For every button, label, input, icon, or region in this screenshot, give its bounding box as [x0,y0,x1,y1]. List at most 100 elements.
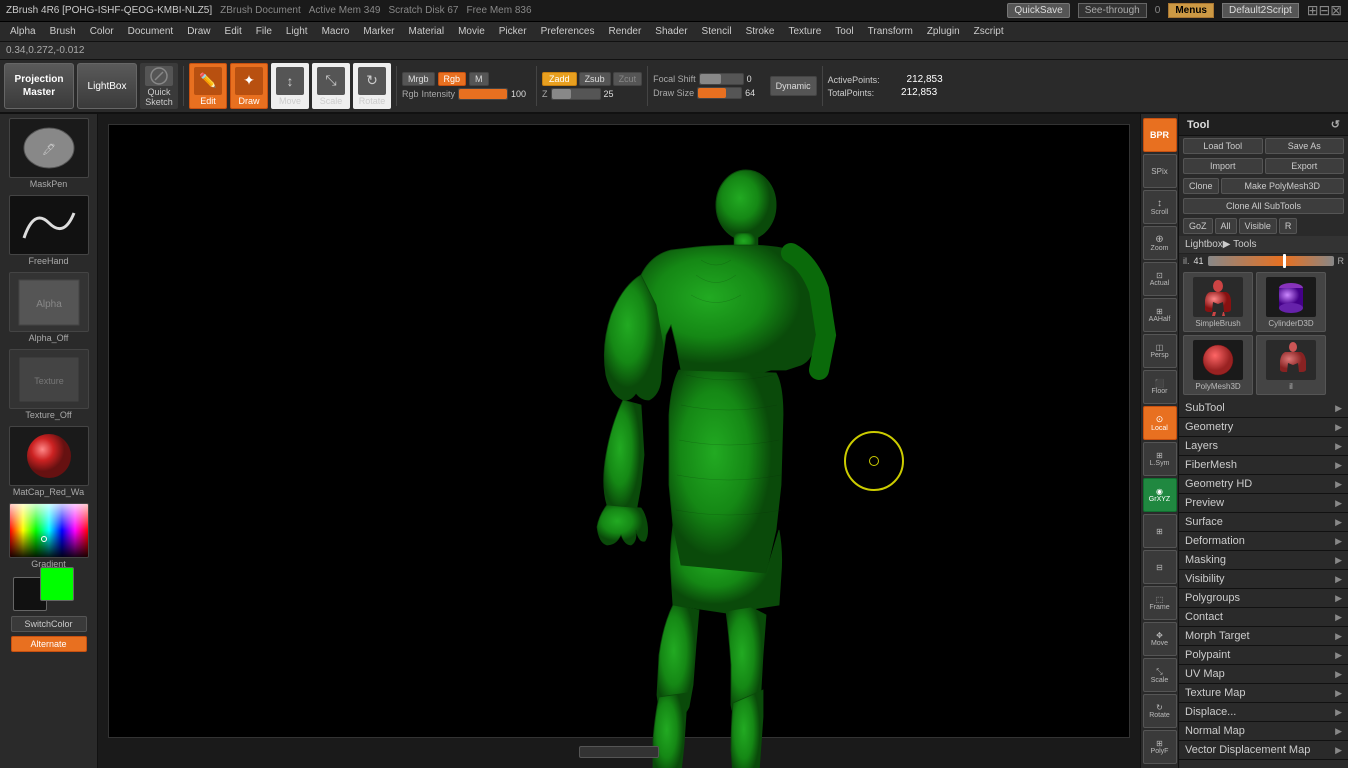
gxyz-button[interactable]: ◉ GrXYZ [1143,478,1177,512]
menu-marker[interactable]: Marker [357,24,400,39]
cylinder3d-thumb[interactable]: CylinderD3D [1256,272,1326,332]
menu-stencil[interactable]: Stencil [696,24,738,39]
menu-render[interactable]: Render [602,24,647,39]
rotate-button[interactable]: ↻ Rotate [353,63,391,109]
menu-zplugin[interactable]: Zplugin [921,24,966,39]
draw-button[interactable]: ✦ Draw [230,63,268,109]
texture-off-tool[interactable]: Texture Texture_Off [2,347,95,422]
il-slider[interactable] [1208,256,1334,266]
z-intensity-slider[interactable] [551,88,601,100]
visibility-section[interactable]: Visibility ▶ [1179,570,1348,589]
lsym-button[interactable]: ⊞ L.Sym [1143,442,1177,476]
edit-button[interactable]: ✏️ Edit [189,63,227,109]
surface-section[interactable]: Surface ▶ [1179,513,1348,532]
il-thumb[interactable]: il [1256,335,1326,395]
subtool-section[interactable]: SubTool ▶ [1179,399,1348,418]
menu-color[interactable]: Color [84,24,120,39]
projection-master-button[interactable]: Projection Master [4,63,74,109]
visible-button[interactable]: Visible [1239,218,1277,234]
zsub-button[interactable]: Zsub [579,72,611,86]
zcut-button[interactable]: Zcut [613,72,643,86]
r-button[interactable]: R [1279,218,1298,234]
quick-sketch-button[interactable]: Quick Sketch [140,63,178,109]
background-swatch[interactable] [40,567,74,601]
floor-button[interactable]: ⬛ Floor [1143,370,1177,404]
color-picker[interactable]: Gradient [2,501,95,571]
deformation-section[interactable]: Deformation ▶ [1179,532,1348,551]
alpha-off-tool[interactable]: Alpha Alpha_Off [2,270,95,345]
zadd-button[interactable]: Zadd [542,72,577,86]
preview-section[interactable]: Preview ▶ [1179,494,1348,513]
rgb-intensity-slider[interactable] [458,88,508,100]
right-rotate-button[interactable]: ↻ Rotate [1143,694,1177,728]
menu-material[interactable]: Material [403,24,451,39]
polyf-button[interactable]: ⊞ PolyF [1143,730,1177,764]
uv-map-section[interactable]: UV Map ▶ [1179,665,1348,684]
mini-blank-2[interactable]: ⊟ [1143,550,1177,584]
menu-tool[interactable]: Tool [829,24,859,39]
maskpen-tool[interactable]: 🖊 MaskPen [2,116,95,191]
menu-texture[interactable]: Texture [782,24,827,39]
move-button[interactable]: ↕ Move [271,63,309,109]
lightbox-tools-header[interactable]: Lightbox▶ Tools [1179,236,1348,254]
layers-section[interactable]: Layers ▶ [1179,437,1348,456]
draw-size-slider[interactable] [697,87,742,99]
menu-preferences[interactable]: Preferences [535,24,601,39]
menu-zscript[interactable]: Zscript [968,24,1010,39]
clone-all-button[interactable]: Clone All SubTools [1183,198,1344,214]
geometryhd-section[interactable]: Geometry HD ▶ [1179,475,1348,494]
dynamic-button[interactable]: Dynamic [770,76,817,96]
canvas-scrollbar[interactable] [579,746,659,758]
menu-file[interactable]: File [250,24,278,39]
quicksave-button[interactable]: QuickSave [1007,3,1069,18]
spix-button[interactable]: SPix [1143,154,1177,188]
displace-section[interactable]: Displace... ▶ [1179,703,1348,722]
morph-target-section[interactable]: Morph Target ▶ [1179,627,1348,646]
bpr-button[interactable]: BPR [1143,118,1177,152]
matcap-tool[interactable]: MatCap_Red_Wa [2,424,95,499]
polymesh3d-thumb[interactable]: PolyMesh3D [1183,335,1253,395]
alternate-button[interactable]: Alternate [11,636,87,652]
right-move-button[interactable]: ✥ Move [1143,622,1177,656]
import-button[interactable]: Import [1183,158,1263,174]
masking-section[interactable]: Masking ▶ [1179,551,1348,570]
menu-document[interactable]: Document [122,24,180,39]
menu-alpha[interactable]: Alpha [4,24,42,39]
fibermesh-section[interactable]: FiberMesh ▶ [1179,456,1348,475]
menu-draw[interactable]: Draw [181,24,216,39]
persp-button[interactable]: ◫ Persp [1143,334,1177,368]
polypaint-section[interactable]: Polypaint ▶ [1179,646,1348,665]
simple-brush-thumb[interactable]: SimpleBrush [1183,272,1253,332]
menu-macro[interactable]: Macro [316,24,356,39]
goz-button[interactable]: GoZ [1183,218,1213,234]
frame-button[interactable]: ⬚ Frame [1143,586,1177,620]
menu-movie[interactable]: Movie [452,24,491,39]
freehand-tool[interactable]: FreeHand [2,193,95,268]
m-button[interactable]: M [469,72,489,86]
switch-color-button[interactable]: SwitchColor [11,616,87,632]
geometry-section[interactable]: Geometry ▶ [1179,418,1348,437]
scroll-button[interactable]: ↕ Scroll [1143,190,1177,224]
texture-map-section[interactable]: Texture Map ▶ [1179,684,1348,703]
menu-shader[interactable]: Shader [649,24,693,39]
menu-stroke[interactable]: Stroke [740,24,781,39]
local-button[interactable]: ⊙ Local [1143,406,1177,440]
actual-button[interactable]: ⊡ Actual [1143,262,1177,296]
aahalf-button[interactable]: ⊞ AAHalf [1143,298,1177,332]
menu-edit[interactable]: Edit [219,24,248,39]
contact-section[interactable]: Contact ▶ [1179,608,1348,627]
load-tool-button[interactable]: Load Tool [1183,138,1263,154]
mini-blank-1[interactable]: ⊞ [1143,514,1177,548]
right-scale-button[interactable]: ⤡ Scale [1143,658,1177,692]
clone-button[interactable]: Clone [1183,178,1219,194]
mrgb-button[interactable]: Mrgb [402,72,435,86]
canvas-area[interactable] [98,114,1140,768]
menu-picker[interactable]: Picker [493,24,533,39]
lightbox-button[interactable]: LightBox [77,63,137,109]
menus-button[interactable]: Menus [1168,3,1214,18]
scale-button[interactable]: ⤡ Scale [312,63,350,109]
focal-shift-slider[interactable] [699,73,744,85]
vector-displace-section[interactable]: Vector Displacement Map ▶ [1179,741,1348,760]
menu-transform[interactable]: Transform [862,24,919,39]
make-polymesh-button[interactable]: Make PolyMesh3D [1221,178,1344,194]
